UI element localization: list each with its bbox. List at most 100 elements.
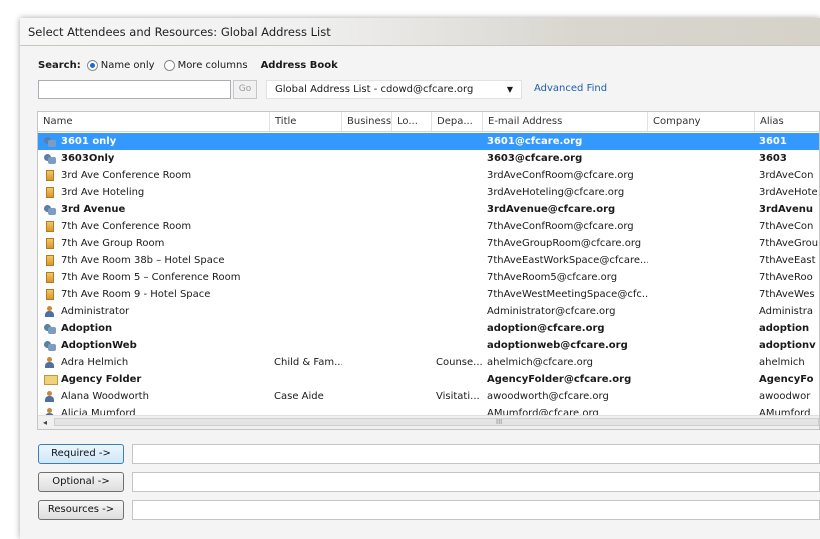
cell-alias: 3rdAvenu: [759, 204, 813, 215]
table-row[interactable]: Alana Woodworth Case Aide Visitati... awood…: [38, 388, 819, 405]
radio-selected-icon: [86, 59, 98, 71]
cell-department: [432, 286, 483, 303]
cell-alias: 3603: [759, 153, 787, 164]
optional-button[interactable]: Optional ->: [38, 472, 124, 492]
horizontal-scrollbar[interactable]: ◂ III: [38, 415, 819, 429]
column-header-title[interactable]: Title: [270, 112, 342, 131]
cell-location: [392, 269, 432, 286]
cell-location: [392, 201, 432, 218]
cell-business: [342, 218, 392, 235]
cell-title: [270, 184, 342, 201]
cell-location: [392, 286, 432, 303]
table-row[interactable]: Administrator Administrator@cfcare.org Adm…: [38, 303, 819, 320]
cell-name: 3601 only: [61, 136, 117, 147]
cell-location: [392, 133, 432, 150]
name-only-radio[interactable]: Name only: [86, 59, 155, 71]
cell-title: [270, 269, 342, 286]
cell-department: [432, 218, 483, 235]
table-row[interactable]: 3rd Ave Hoteling 3rdAveHoteling@cfcare.or…: [38, 184, 819, 201]
cell-alias: AgencyFo: [759, 374, 814, 385]
cell-title: [270, 150, 342, 167]
cell-business: [342, 371, 392, 388]
cell-business: [342, 150, 392, 167]
search-input[interactable]: [38, 80, 231, 99]
cell-business: [342, 303, 392, 320]
cell-business: [342, 167, 392, 184]
cell-location: [392, 388, 432, 405]
cell-email: 3rdAveHoteling@cfcare.org: [487, 187, 625, 198]
table-row[interactable]: Adra Helmich Child & Fam... Counse... ahelm…: [38, 354, 819, 371]
cell-email: ahelmich@cfcare.org: [487, 357, 594, 368]
required-field[interactable]: [132, 444, 820, 464]
column-header-company[interactable]: Company: [648, 112, 755, 131]
table-row[interactable]: Agency Folder AgencyFolder@cfcare.org Agen…: [38, 371, 819, 388]
column-header-location[interactable]: Lo...: [392, 112, 432, 131]
cell-company: [648, 337, 755, 354]
scroll-thumb[interactable]: [54, 418, 819, 426]
cell-company: [648, 286, 755, 303]
column-header-alias[interactable]: Alias: [755, 112, 819, 131]
column-header-department[interactable]: Depa...: [432, 112, 483, 131]
address-book-label: Address Book: [260, 59, 338, 71]
table-row[interactable]: 7th Ave Conference Room 7thAveConfRoom@cf…: [38, 218, 819, 235]
cell-company: [648, 303, 755, 320]
cell-company: [648, 201, 755, 218]
cell-alias: adoption: [759, 323, 810, 334]
cell-company: [648, 167, 755, 184]
cell-location: [392, 167, 432, 184]
dialog-title-bar[interactable]: Select Attendees and Resources: Global A…: [20, 18, 820, 46]
resources-button[interactable]: Resources ->: [38, 500, 124, 520]
cell-business: [342, 235, 392, 252]
cell-name: 3rd Ave Conference Room: [61, 170, 192, 181]
cell-location: [392, 218, 432, 235]
cell-company: [648, 218, 755, 235]
cell-alias: 7thAveWes: [759, 289, 815, 300]
column-header-name[interactable]: Name: [38, 112, 270, 131]
cell-business: [342, 388, 392, 405]
radio-unselected-icon: [163, 59, 175, 71]
address-book-select[interactable]: Global Address List - cdowd@cfcare.org ▼: [266, 80, 522, 99]
cell-name: Adoption: [61, 323, 113, 334]
cell-location: [392, 354, 432, 371]
cell-location: [392, 150, 432, 167]
table-row[interactable]: 7th Ave Room 38b – Hotel Space 7thAveEast…: [38, 252, 819, 269]
cell-department: [432, 371, 483, 388]
cell-alias: ahelmich: [759, 357, 805, 368]
cell-title: [270, 286, 342, 303]
address-book-value: Global Address List - cdowd@cfcare.org: [275, 84, 474, 95]
cell-company: [648, 252, 755, 269]
more-columns-radio[interactable]: More columns: [163, 59, 248, 71]
cell-business: [342, 184, 392, 201]
table-row[interactable]: 7th Ave Room 5 – Conference Room 7thAveRo…: [38, 269, 819, 286]
cell-company: [648, 371, 755, 388]
advanced-find-link[interactable]: Advanced Find: [534, 83, 607, 94]
column-header-email[interactable]: E-mail Address: [483, 112, 648, 131]
cell-name: Agency Folder: [61, 374, 142, 385]
cell-business: [342, 337, 392, 354]
table-row[interactable]: 3603Only 3603@cfcare.org 3603: [38, 150, 819, 167]
table-row[interactable]: 7th Ave Group Room 7thAveGroupRoom@cfcare…: [38, 235, 819, 252]
select-attendees-dialog: Select Attendees and Resources: Global A…: [20, 18, 820, 539]
cell-business: [342, 201, 392, 218]
resources-field[interactable]: [132, 500, 820, 520]
scroll-left-icon[interactable]: ◂: [43, 416, 47, 429]
cell-name: 7th Ave Group Room: [61, 238, 165, 249]
go-button[interactable]: Go: [233, 80, 257, 99]
table-row[interactable]: Adoption adoption@cfcare.org adoption: [38, 320, 819, 337]
table-row[interactable]: 3rd Avenue 3rdAvenue@cfcare.org 3rdAvenu: [38, 201, 819, 218]
table-row[interactable]: 7th Ave Room 9 - Hotel Space 7thAveWestMe…: [38, 286, 819, 303]
cell-company: [648, 150, 755, 167]
cell-department: [432, 269, 483, 286]
table-row[interactable]: 3rd Ave Conference Room 3rdAveConfRoom@cf…: [38, 167, 819, 184]
table-row[interactable]: 3601 only 3601@cfcare.org 3601: [38, 133, 819, 150]
optional-field[interactable]: [132, 472, 820, 492]
search-label: Search:: [38, 59, 81, 71]
cell-title: [270, 218, 342, 235]
column-header-business[interactable]: Business...: [342, 112, 392, 131]
required-button[interactable]: Required ->: [38, 444, 124, 464]
cell-alias: adoptionv: [759, 340, 816, 351]
table-row[interactable]: AdoptionWeb adoptionweb@cfcare.org adoptio…: [38, 337, 819, 354]
cell-email: adoptionweb@cfcare.org: [487, 340, 628, 351]
cell-email: 3601@cfcare.org: [487, 136, 583, 147]
address-list-grid[interactable]: NameTitleBusiness...Lo...Depa...E-mail A…: [37, 111, 820, 430]
